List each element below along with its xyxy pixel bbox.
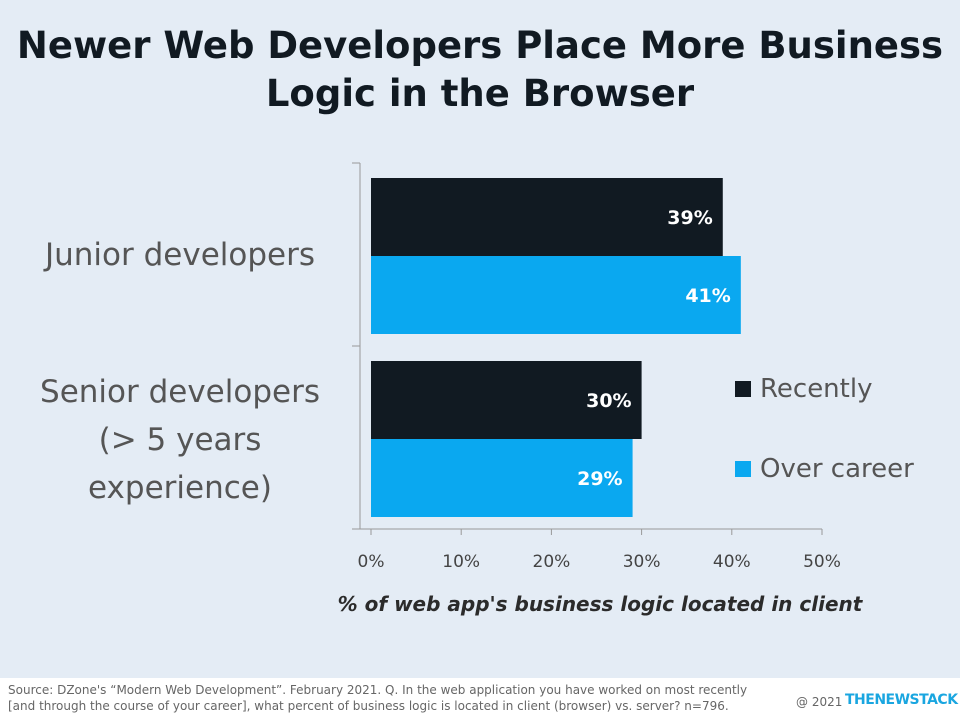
copyright: @ 2021: [796, 695, 843, 709]
x-tick-label: 50%: [803, 552, 841, 572]
source-note: Source: DZone's “Modern Web Development”…: [8, 683, 748, 713]
x-tick-label: 40%: [713, 552, 751, 572]
legend-swatch: [735, 381, 751, 397]
bar-data-label: 30%: [586, 390, 631, 412]
legend-swatch: [735, 461, 751, 477]
x-tick-label: 20%: [533, 552, 571, 572]
x-tick-label: 0%: [358, 552, 385, 572]
legend-label: Over career: [760, 454, 914, 484]
bar-data-label: 39%: [667, 207, 712, 229]
x-axis-label: % of web app's business logic located in…: [337, 592, 863, 616]
x-tick-label: 10%: [442, 552, 480, 572]
bar-data-label: 29%: [577, 468, 622, 490]
legend-label: Recently: [760, 374, 872, 404]
bar-data-label: 41%: [685, 285, 730, 307]
brand-logo: THENEWSTACK: [845, 692, 958, 708]
x-tick-label: 30%: [623, 552, 661, 572]
